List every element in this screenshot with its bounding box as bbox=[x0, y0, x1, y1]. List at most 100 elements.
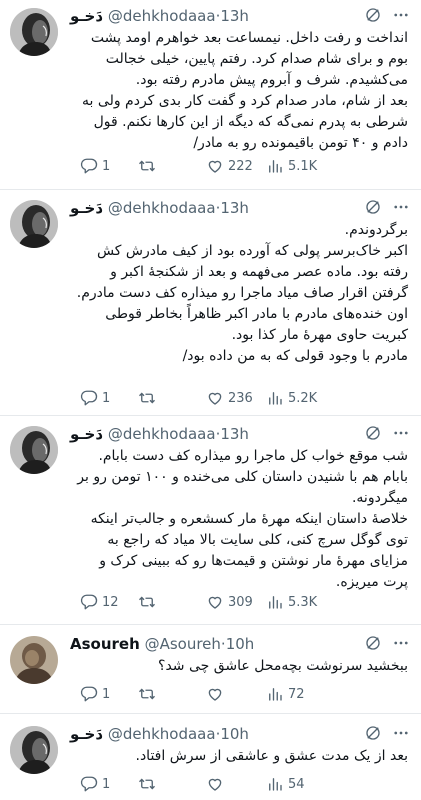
more-icon[interactable] bbox=[392, 724, 410, 742]
timestamp[interactable]: 13h bbox=[220, 7, 249, 25]
tweet-paragraph: اون خنده‌های مادرم با مادر اکبر ظاهراً ب… bbox=[105, 306, 408, 343]
reply-button[interactable]: 1 bbox=[80, 775, 110, 793]
action-bar: 1 236 5.2K bbox=[70, 388, 410, 408]
views-icon bbox=[266, 389, 284, 407]
views-button[interactable]: 5.1K bbox=[266, 157, 317, 175]
views-button[interactable]: 5.2K bbox=[266, 389, 317, 407]
tweet-header: دَخـو @dehkhodaaa·13h bbox=[70, 424, 410, 444]
timestamp[interactable]: 13h bbox=[220, 425, 249, 443]
like-button[interactable]: 236 bbox=[206, 389, 253, 407]
reply-count: 1 bbox=[102, 776, 111, 792]
tweet-paragraph: بعد از شام، مادر صدام کرد و گفت کار بدی … bbox=[82, 93, 408, 151]
reply-count: 12 bbox=[102, 594, 119, 610]
display-name[interactable]: دَخـو bbox=[70, 725, 103, 743]
tweet-text: برگردوندم. اکبر خاک‌برسر پولی که آورده ب… bbox=[70, 220, 408, 367]
user-handle[interactable]: @dehkhodaaa bbox=[108, 425, 216, 443]
avatar[interactable] bbox=[10, 426, 58, 474]
reply-icon bbox=[80, 593, 98, 611]
avatar-image bbox=[10, 636, 58, 684]
tweet-text: شب موقع خواب کل ماجرا رو میذاره کف دست ب… bbox=[70, 446, 408, 593]
retweet-icon bbox=[138, 775, 156, 793]
grok-icon[interactable] bbox=[364, 724, 382, 742]
user-handle[interactable]: @Asoureh bbox=[145, 635, 221, 653]
display-name[interactable]: دَخـو bbox=[70, 425, 103, 443]
avatar-image bbox=[10, 8, 58, 56]
reply-icon bbox=[80, 157, 98, 175]
views-icon bbox=[266, 593, 284, 611]
user-handle[interactable]: @dehkhodaaa bbox=[108, 725, 216, 743]
user-handle[interactable]: @dehkhodaaa bbox=[108, 7, 216, 25]
action-bar: 12 309 5.3K bbox=[70, 592, 410, 612]
more-icon[interactable] bbox=[392, 634, 410, 652]
tweet-header: دَخـو @dehkhodaaa·13h bbox=[70, 198, 410, 218]
reply-count: 1 bbox=[102, 686, 111, 702]
avatar[interactable] bbox=[10, 636, 58, 684]
retweet-icon bbox=[138, 157, 156, 175]
like-icon bbox=[206, 157, 224, 175]
like-count: 236 bbox=[228, 390, 253, 406]
timestamp[interactable]: 13h bbox=[220, 199, 249, 217]
retweet-button[interactable] bbox=[138, 593, 160, 611]
tweet-paragraph: خلاصهٔ داستان اینکه مهرهٔ مار کسشعره و ج… bbox=[90, 511, 408, 590]
retweet-button[interactable] bbox=[138, 157, 160, 175]
timestamp[interactable]: 10h bbox=[220, 725, 249, 743]
like-icon bbox=[206, 775, 224, 793]
like-button[interactable]: 222 bbox=[206, 157, 253, 175]
reply-icon bbox=[80, 685, 98, 703]
tweet-header: دَخـو @dehkhodaaa·10h bbox=[70, 724, 410, 744]
like-icon bbox=[206, 389, 224, 407]
tweet-5[interactable]: دَخـو @dehkhodaaa·10h بعد از یک مدت عشق … bbox=[0, 718, 421, 800]
tweet-paragraph: برگردوندم. bbox=[344, 222, 408, 238]
more-icon[interactable] bbox=[392, 424, 410, 442]
avatar-image bbox=[10, 726, 58, 774]
retweet-button[interactable] bbox=[138, 685, 160, 703]
reply-button[interactable]: 12 bbox=[80, 593, 119, 611]
header-icons bbox=[364, 198, 410, 216]
views-icon bbox=[266, 775, 284, 793]
tweet-header: دَخـو @dehkhodaaa·13h bbox=[70, 6, 410, 26]
views-button[interactable]: 5.3K bbox=[266, 593, 317, 611]
like-icon bbox=[206, 685, 224, 703]
like-button[interactable] bbox=[206, 685, 228, 703]
like-count: 222 bbox=[228, 158, 253, 174]
tweet-2[interactable]: دَخـو @dehkhodaaa·13h برگردوندم. اکبر خا… bbox=[0, 192, 421, 414]
tweet-3[interactable]: دَخـو @dehkhodaaa·13h شب موقع خواب کل ما… bbox=[0, 418, 421, 624]
tweet-4[interactable]: Asoureh @Asoureh·10h ببخشید سرنوشت بچه‌م… bbox=[0, 628, 421, 714]
reply-count: 1 bbox=[102, 158, 111, 174]
tweet-text: انداخت و رفت داخل. نیمساعت بعد خواهرم او… bbox=[70, 28, 408, 154]
grok-icon[interactable] bbox=[364, 198, 382, 216]
avatar[interactable] bbox=[10, 726, 58, 774]
retweet-button[interactable] bbox=[138, 389, 160, 407]
avatar[interactable] bbox=[10, 200, 58, 248]
avatar[interactable] bbox=[10, 8, 58, 56]
more-icon[interactable] bbox=[392, 198, 410, 216]
reply-count: 1 bbox=[102, 390, 111, 406]
retweet-icon bbox=[138, 593, 156, 611]
display-name[interactable]: دَخـو bbox=[70, 7, 103, 25]
views-count: 72 bbox=[288, 686, 305, 702]
like-button[interactable] bbox=[206, 775, 228, 793]
grok-icon[interactable] bbox=[364, 424, 382, 442]
retweet-button[interactable] bbox=[138, 775, 160, 793]
reply-button[interactable]: 1 bbox=[80, 389, 110, 407]
grok-icon[interactable] bbox=[364, 6, 382, 24]
views-count: 5.1K bbox=[288, 158, 318, 174]
reply-icon bbox=[80, 389, 98, 407]
display-name[interactable]: Asoureh bbox=[70, 635, 140, 653]
tweet-divider bbox=[0, 713, 421, 714]
views-button[interactable]: 72 bbox=[266, 685, 305, 703]
tweet-1[interactable]: دَخـو @dehkhodaaa·13h انداخت و رفت داخل.… bbox=[0, 0, 421, 188]
timestamp[interactable]: 10h bbox=[226, 635, 255, 653]
reply-button[interactable]: 1 bbox=[80, 157, 110, 175]
retweet-icon bbox=[138, 685, 156, 703]
more-icon[interactable] bbox=[392, 6, 410, 24]
reply-button[interactable]: 1 bbox=[80, 685, 110, 703]
grok-icon[interactable] bbox=[364, 634, 382, 652]
user-handle[interactable]: @dehkhodaaa bbox=[108, 199, 216, 217]
tweet-divider bbox=[0, 624, 421, 625]
display-name[interactable]: دَخـو bbox=[70, 199, 103, 217]
action-bar: 1 222 5.1K bbox=[70, 156, 410, 176]
views-icon bbox=[266, 157, 284, 175]
like-button[interactable]: 309 bbox=[206, 593, 253, 611]
views-button[interactable]: 54 bbox=[266, 775, 305, 793]
